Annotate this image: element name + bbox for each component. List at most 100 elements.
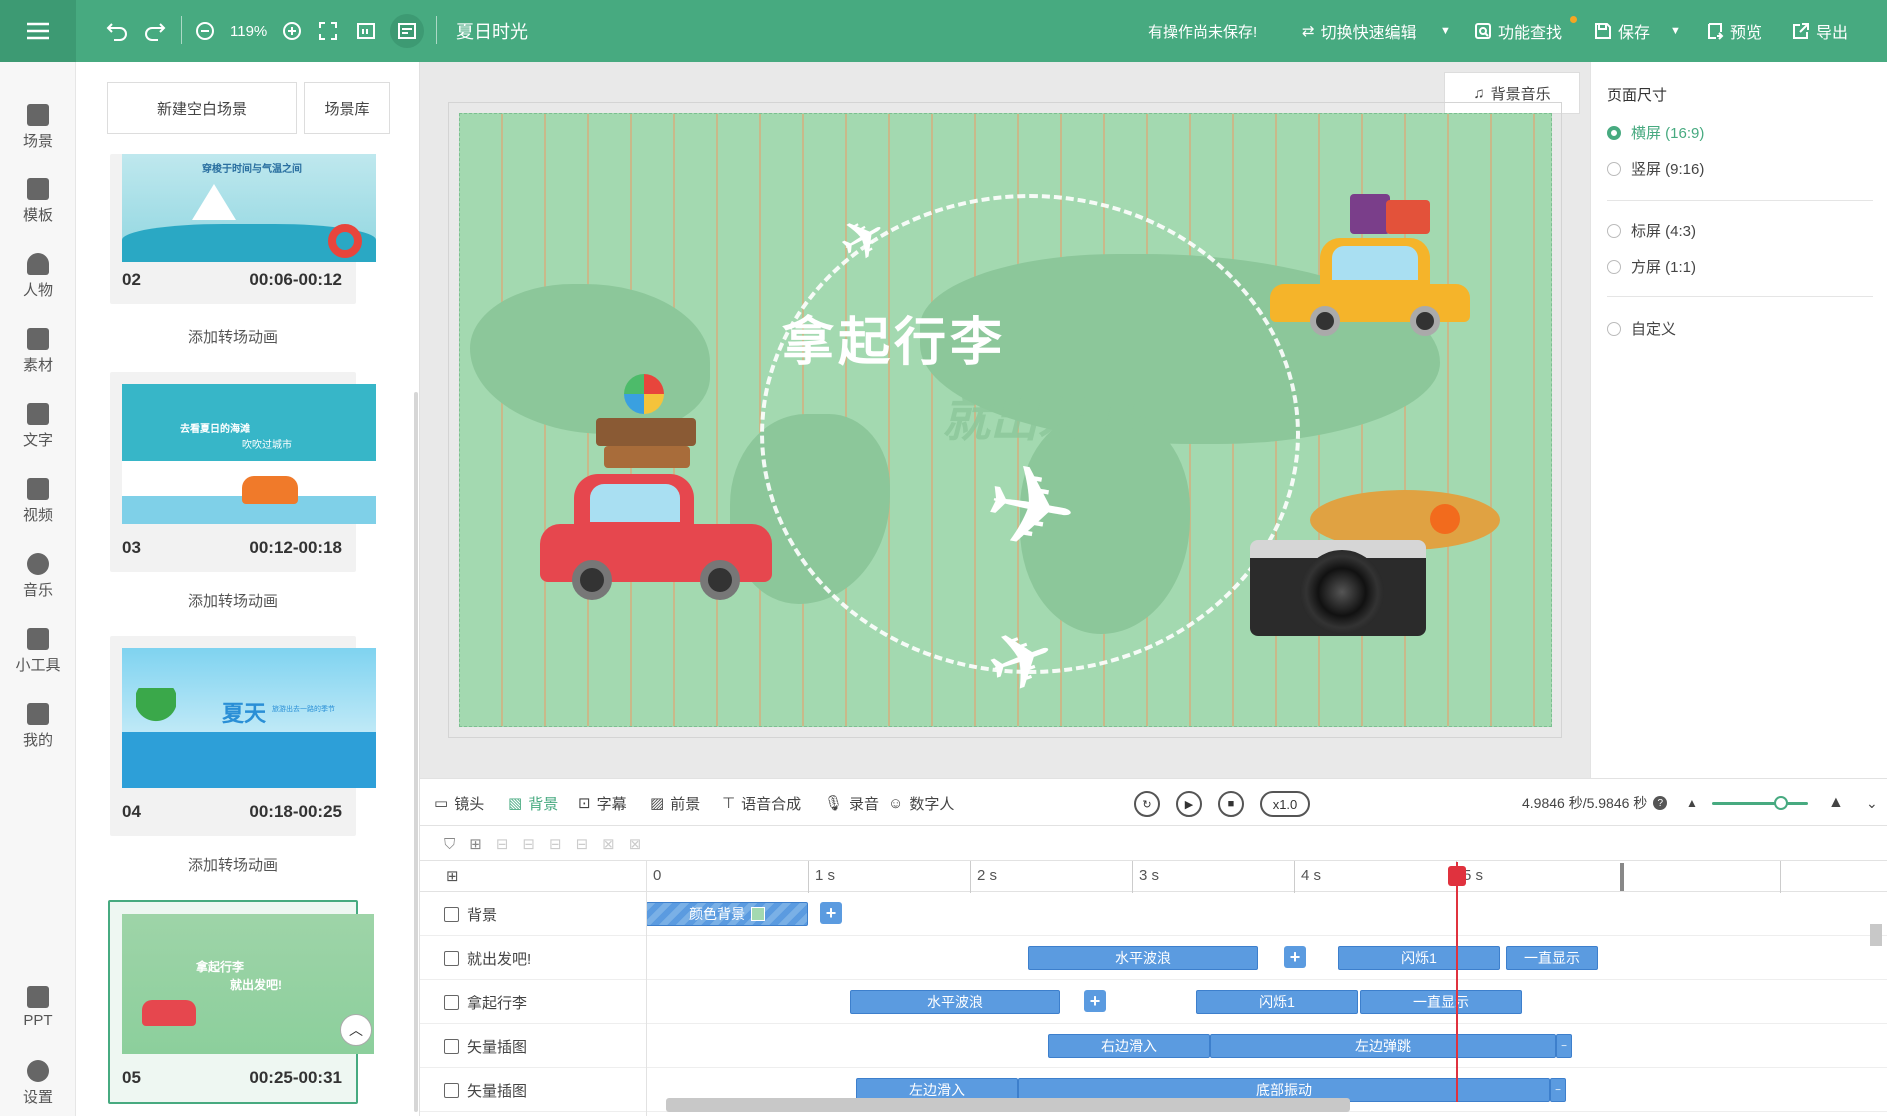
undo-icon xyxy=(106,23,127,41)
time-ruler[interactable]: ⊞ 0 1 s 2 s 3 s 4 s 5 s xyxy=(420,860,1887,893)
add-transition-link[interactable]: 添加转场动画 xyxy=(110,326,356,347)
clip-blink[interactable]: 闪烁1 xyxy=(1196,990,1358,1014)
switch-dropdown-caret[interactable]: ▼ xyxy=(1440,0,1451,62)
page-size-option-custom[interactable]: 自定义 xyxy=(1607,318,1676,339)
scene-list-scrollbar[interactable] xyxy=(414,392,418,1112)
clip-wave[interactable]: 水平波浪 xyxy=(850,990,1060,1014)
nav-item-video[interactable]: 视频 xyxy=(0,478,76,525)
project-title[interactable]: 夏日时光 xyxy=(456,0,528,62)
zoom-out-button[interactable] xyxy=(195,0,215,62)
clip-end-handle[interactable]: − xyxy=(1550,1078,1566,1102)
scene-library-button[interactable]: 场景库 xyxy=(304,82,390,134)
nav-item-ppt[interactable]: PPT xyxy=(0,986,76,1029)
nav-item-template[interactable]: 模板 xyxy=(0,178,76,225)
clip-always-show[interactable]: 一直显示 xyxy=(1506,946,1598,970)
scene-card-05[interactable]: 拿起行李 就出发吧! ︿ 05 00:25-00:31 xyxy=(108,900,374,1104)
music-icon xyxy=(27,553,49,575)
page-size-option-portrait[interactable]: 竖屏 (9:16) xyxy=(1607,158,1704,179)
save-button[interactable]: 保存 xyxy=(1594,0,1650,62)
camera-tool[interactable]: ▭ 镜头 xyxy=(434,779,484,827)
nav-item-toolbox[interactable]: 小工具 xyxy=(0,628,76,675)
switch-quick-edit-button[interactable]: ⇄ 切换快速编辑 xyxy=(1302,0,1417,62)
collapse-timeline-icon[interactable]: ⌄ xyxy=(1866,779,1878,827)
camera-hat-illustration[interactable] xyxy=(1250,490,1510,650)
horizontal-scrollbar[interactable] xyxy=(666,1098,1350,1112)
fullscreen-button[interactable] xyxy=(318,0,338,62)
page-size-option-standard[interactable]: 标屏 (4:3) xyxy=(1607,220,1696,241)
nav-label: 场景 xyxy=(22,133,53,150)
page-size-option-square[interactable]: 方屏 (1:1) xyxy=(1607,256,1696,277)
stop-button[interactable]: ■ xyxy=(1218,791,1244,817)
nav-item-mine[interactable]: 我的 xyxy=(0,703,76,750)
zoom-in-timeline-icon[interactable]: ▲ xyxy=(1828,779,1844,827)
preview-button[interactable]: 预览 xyxy=(1706,0,1762,62)
foreground-tool[interactable]: ▨ 前景 xyxy=(650,779,700,827)
scene-card-03[interactable]: 去看夏日的海滩 吹吹过城市 03 00:12-00:18 xyxy=(110,372,376,572)
zoom-in-button[interactable] xyxy=(282,0,302,62)
vector-icon xyxy=(444,1038,459,1054)
zoom-out-timeline-icon[interactable]: ▲ xyxy=(1686,779,1698,827)
clip-wave[interactable]: 水平波浪 xyxy=(1028,946,1258,970)
add-transition-link[interactable]: 添加转场动画 xyxy=(110,590,356,611)
speed-button[interactable]: x1.0 xyxy=(1260,791,1310,817)
clip-slide-in-right[interactable]: 右边滑入 xyxy=(1048,1034,1210,1058)
playhead-handle[interactable] xyxy=(1448,866,1466,886)
digital-human-tool[interactable]: ☺ 数字人 xyxy=(888,779,954,827)
record-tool[interactable]: 🎙 录音 xyxy=(824,779,879,827)
filter-icon[interactable]: ⛉ xyxy=(444,836,455,853)
redo-button[interactable] xyxy=(144,0,166,62)
canvas-title-text[interactable]: 拿起行李 xyxy=(782,300,1006,375)
nav-item-scene[interactable]: 场景 xyxy=(0,104,76,151)
undo-button[interactable] xyxy=(106,0,128,62)
nav-item-music[interactable]: 音乐 xyxy=(0,553,76,600)
background-tool[interactable]: ▧ 背景 xyxy=(508,779,558,827)
fit-button[interactable] xyxy=(356,0,376,62)
vertical-scrollbar[interactable] xyxy=(1870,914,1882,1114)
play-button[interactable]: ▶ xyxy=(1176,791,1202,817)
add-clip-button[interactable]: + xyxy=(1284,946,1306,968)
align-icon: ⊟ xyxy=(522,836,535,853)
collapse-button[interactable]: ︿ xyxy=(340,1014,372,1046)
clip-color-background[interactable]: 颜色背景 xyxy=(646,902,808,926)
replay-button[interactable]: ↻ xyxy=(1134,791,1160,817)
add-clip-button[interactable]: + xyxy=(820,902,842,924)
clip-label: 颜色背景 xyxy=(689,906,745,922)
clip-end-handle[interactable]: − xyxy=(1556,1034,1572,1058)
new-blank-scene-button[interactable]: 新建空白场景 xyxy=(107,82,297,134)
clip-blink[interactable]: 闪烁1 xyxy=(1338,946,1500,970)
nav-item-person[interactable]: 人物 xyxy=(0,253,76,300)
text-icon xyxy=(444,994,459,1010)
wheel-shape xyxy=(1310,306,1340,336)
nav-item-settings[interactable]: 设置 xyxy=(0,1060,76,1107)
align-icon: ⊟ xyxy=(549,836,562,853)
canvas-subtitle-text[interactable]: 就出发吧! xyxy=(942,380,1150,450)
yellow-car-illustration[interactable] xyxy=(1270,194,1470,344)
scene-card-02[interactable]: 穿梭于时间与气温之间 02 00:06-00:12 xyxy=(110,154,376,304)
export-button[interactable]: 导出 xyxy=(1792,0,1848,62)
nav-item-material[interactable]: 素材 xyxy=(0,328,76,375)
slider-handle[interactable] xyxy=(1774,796,1788,810)
layer-icon[interactable]: ⊞ xyxy=(469,835,482,853)
red-car-illustration[interactable] xyxy=(540,374,780,600)
add-transition-link[interactable]: 添加转场动画 xyxy=(110,854,356,875)
page-size-option-landscape[interactable]: 横屏 (16:9) xyxy=(1607,122,1704,143)
save-dropdown-caret[interactable]: ▼ xyxy=(1670,0,1681,62)
timeline-zoom-slider[interactable] xyxy=(1712,796,1808,810)
clip-bounce-left[interactable]: 左边弹跳 xyxy=(1210,1034,1556,1058)
scene-card-04[interactable]: 夏天 旅游出去一路的季节 04 00:18-00:25 xyxy=(110,636,376,836)
nav-item-text[interactable]: 文字 xyxy=(0,403,76,450)
nav-label: 人物 xyxy=(22,282,53,299)
stage-canvas[interactable]: 拿起行李 就出发吧! ✈ ✈ ✈ xyxy=(459,113,1552,727)
subtitle-toggle-button[interactable] xyxy=(390,0,424,62)
add-clip-button[interactable]: + xyxy=(1084,990,1106,1012)
tts-tool[interactable]: ⊤ 语音合成 xyxy=(722,779,801,827)
menu-button[interactable] xyxy=(0,0,76,62)
clip-always-show[interactable]: 一直显示 xyxy=(1360,990,1522,1014)
grid-icon[interactable]: ⊞ xyxy=(446,867,459,885)
option-label: 横屏 (16:9) xyxy=(1631,125,1705,142)
subtitle-tool[interactable]: ⊡ 字幕 xyxy=(578,779,627,827)
scroll-thumb[interactable] xyxy=(1870,924,1882,946)
feature-search-button[interactable]: 功能查找 xyxy=(1474,0,1577,62)
subtitle-icon: ⊡ xyxy=(578,795,591,812)
option-label: 竖屏 (9:16) xyxy=(1631,161,1705,178)
